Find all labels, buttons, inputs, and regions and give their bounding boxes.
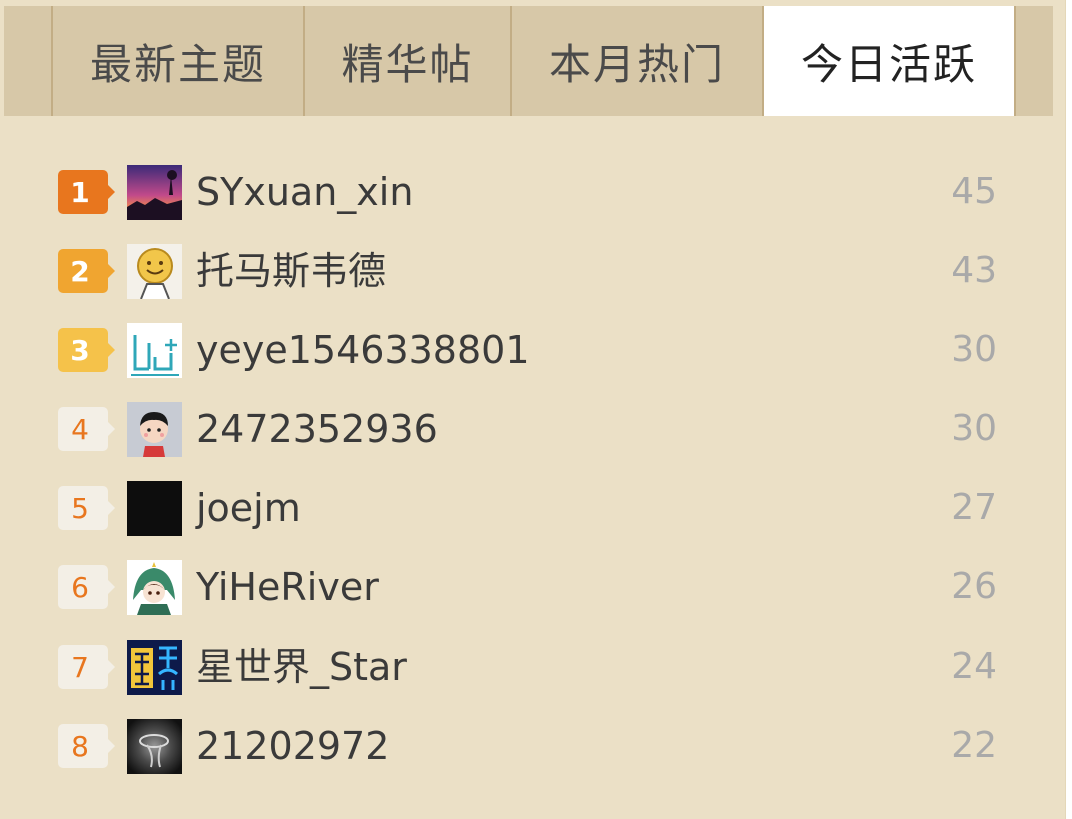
user-row[interactable]: 1 SYxuan_xin 45: [0, 162, 1065, 222]
rank-badge: 7: [58, 645, 115, 689]
rank-badge: 4: [58, 407, 115, 451]
anime-girl-avatar[interactable]: [127, 560, 182, 615]
activity-count: 27: [951, 487, 997, 528]
sunset-landscape-avatar[interactable]: [127, 165, 182, 220]
tab-monthly-hot[interactable]: 本月热门: [510, 6, 762, 116]
user-row[interactable]: 7 星世界_Star 24: [0, 637, 1065, 697]
tab-featured-posts[interactable]: 精华帖: [303, 6, 510, 116]
smiley-face-avatar[interactable]: [127, 244, 182, 299]
teal-logo-avatar[interactable]: [127, 323, 182, 378]
user-row[interactable]: 4 2472352936 30: [0, 399, 1065, 459]
dark-swirl-avatar[interactable]: [127, 719, 182, 774]
user-row[interactable]: 6 YiHeRiver 26: [0, 557, 1065, 617]
rank-badge: 2: [58, 249, 115, 293]
username[interactable]: SYxuan_xin: [196, 167, 413, 217]
activity-count: 26: [951, 566, 997, 607]
rank-badge: 6: [58, 565, 115, 609]
rank-badge: 1: [58, 170, 115, 214]
username[interactable]: 21202972: [196, 721, 389, 771]
activity-count: 24: [951, 646, 997, 687]
user-row[interactable]: 5 joejm 27: [0, 478, 1065, 538]
rank-badge: 5: [58, 486, 115, 530]
username[interactable]: YiHeRiver: [196, 562, 379, 612]
tab-today-active[interactable]: 今日活跃: [762, 6, 1016, 116]
activity-count: 30: [951, 329, 997, 370]
activity-count: 43: [951, 250, 997, 291]
tab-latest-topics[interactable]: 最新主题: [51, 6, 303, 116]
activity-count: 30: [951, 408, 997, 449]
black-avatar[interactable]: [127, 481, 182, 536]
username[interactable]: 星世界_Star: [196, 642, 407, 692]
activity-count: 22: [951, 725, 997, 766]
username[interactable]: joejm: [196, 483, 301, 533]
rank-badge: 8: [58, 724, 115, 768]
user-row[interactable]: 2 托马斯韦德 43: [0, 241, 1065, 301]
star-world-logo-avatar[interactable]: [127, 640, 182, 695]
activity-count: 45: [951, 171, 997, 212]
username[interactable]: 托马斯韦德: [196, 246, 386, 296]
rank-badge: 3: [58, 328, 115, 372]
cartoon-boy-avatar[interactable]: [127, 402, 182, 457]
tab-bar: 最新主题 精华帖 本月热门 今日活跃: [4, 6, 1053, 116]
user-row[interactable]: 3 yeye1546338801 30: [0, 320, 1065, 380]
user-row[interactable]: 8 21202972 22: [0, 716, 1065, 776]
username[interactable]: yeye1546338801: [196, 325, 530, 375]
active-users-panel: 最新主题 精华帖 本月热门 今日活跃 1 SYxuan_xin 45 2 托马斯…: [0, 0, 1066, 819]
username[interactable]: 2472352936: [196, 404, 438, 454]
